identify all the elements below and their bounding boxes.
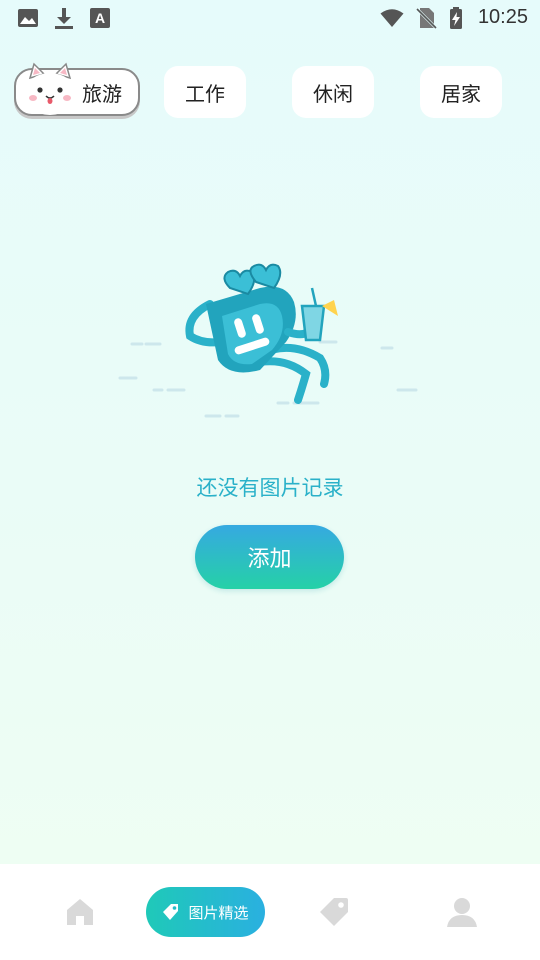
svg-text:A: A — [95, 10, 105, 26]
nav-featured-images[interactable]: 图片精选 — [146, 887, 265, 937]
empty-illustration — [118, 263, 418, 418]
tab-leisure[interactable]: 休闲 — [292, 66, 374, 118]
tab-work[interactable]: 工作 — [164, 66, 246, 118]
tab-travel[interactable]: 旅游 — [14, 62, 140, 116]
add-button[interactable]: 添加 — [195, 525, 344, 589]
category-tabs: 旅游 工作 休闲 居家 — [0, 62, 540, 120]
wifi-icon — [380, 9, 404, 27]
status-bar: A 10:25 — [0, 0, 540, 36]
label-icon — [320, 898, 348, 926]
download-icon — [55, 8, 73, 29]
battery-charging-icon — [450, 7, 462, 29]
bottom-nav: 图片精选 — [0, 864, 540, 960]
cat-mascot-icon — [24, 62, 76, 115]
tab-label: 工作 — [185, 81, 225, 106]
home-icon — [67, 899, 93, 925]
tag-icon — [163, 904, 179, 920]
tab-label: 休闲 — [313, 81, 353, 106]
nav-featured-label: 图片精选 — [188, 903, 249, 922]
nav-home[interactable] — [40, 864, 120, 960]
tab-home[interactable]: 居家 — [420, 66, 502, 118]
nav-tags[interactable] — [294, 864, 374, 960]
nav-profile[interactable] — [422, 864, 502, 960]
image-icon — [18, 9, 38, 27]
no-sim-icon — [415, 7, 438, 30]
user-icon — [447, 898, 477, 927]
font-a-icon: A — [90, 8, 110, 28]
tab-label: 居家 — [441, 81, 481, 106]
tab-label: 旅游 — [82, 81, 122, 106]
empty-message: 还没有图片记录 — [196, 476, 344, 500]
status-time: 10:25 — [477, 6, 528, 28]
